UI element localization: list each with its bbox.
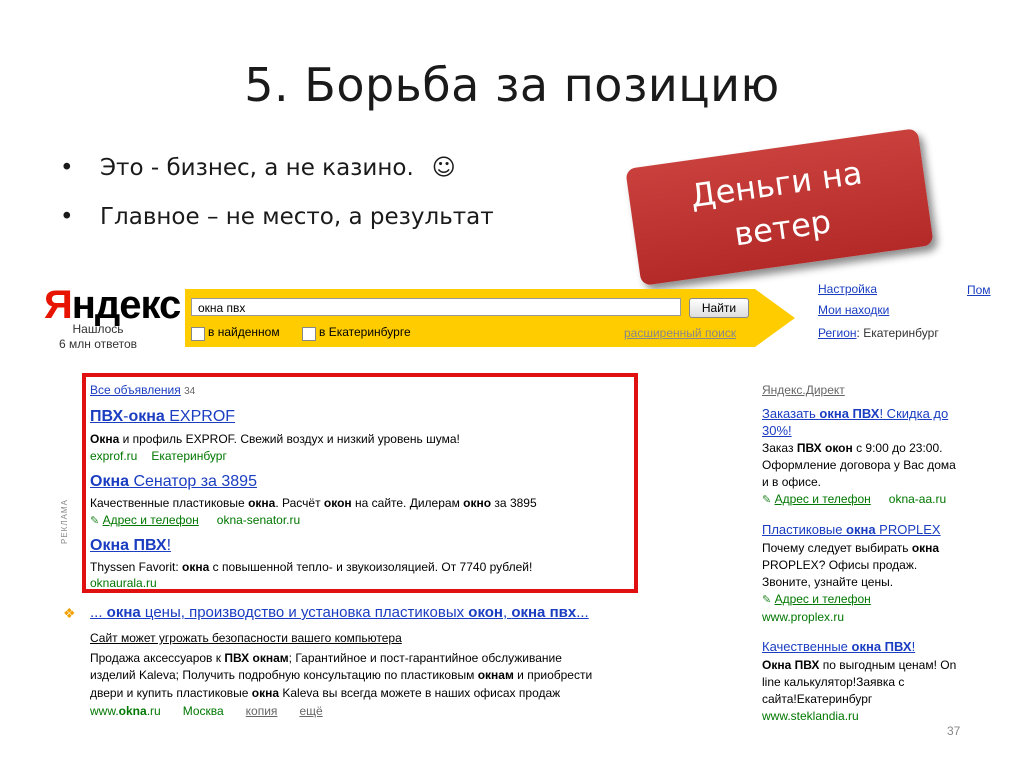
money-callout: Деньги на ветер bbox=[625, 128, 934, 286]
region-link[interactable]: Регион bbox=[818, 326, 857, 340]
direct-ad-2-desc: Почему следует выбирать окна PROPLEX? Оф… bbox=[762, 540, 1002, 626]
ad-contacts-senator: ✎ Адрес и телефон okna-senator.ru bbox=[90, 512, 300, 530]
bullet-text: Главное – не место, а результат bbox=[100, 204, 494, 230]
copy-link[interactable]: копия bbox=[246, 704, 278, 718]
bullet-text: Это - бизнес, а не казино. bbox=[100, 155, 414, 181]
pin-icon: ✎ bbox=[90, 515, 100, 527]
checkbox-in-city-label[interactable]: в Екатеринбурге bbox=[319, 325, 411, 339]
bullet-business: • Это - бизнес, а не казино. ☺ bbox=[60, 155, 456, 181]
pin-icon: ✎ bbox=[762, 494, 772, 506]
address-link[interactable]: Адрес и телефон bbox=[103, 513, 199, 527]
settings-link[interactable]: Настройка bbox=[818, 282, 877, 296]
page-number: 37 bbox=[947, 724, 961, 738]
logo-rest: ндекс bbox=[71, 283, 182, 327]
ad-desc-exprof: Окна и профиль EXPROF. Свежий воздух и н… bbox=[90, 432, 460, 446]
ad-url-exprof[interactable]: exprof.ru Екатеринбург bbox=[90, 448, 227, 465]
search-bar-arrow bbox=[755, 289, 795, 347]
direct-header[interactable]: Яндекс.Директ bbox=[762, 382, 845, 399]
results-count: Нашлось 6 млн ответов bbox=[38, 322, 158, 352]
found-count: 6 млн ответов bbox=[58, 337, 138, 351]
bullet-dot: • bbox=[60, 155, 74, 181]
direct-ad-1-url[interactable]: okna-aa.ru bbox=[889, 492, 946, 506]
direct-ad-1-title[interactable]: Заказать окна ПВХ! Скидка до 30%! bbox=[762, 405, 1002, 439]
search-button[interactable]: Найти bbox=[689, 298, 749, 318]
help-link[interactable]: Пом bbox=[967, 283, 991, 297]
fav-icon: ❖ bbox=[63, 605, 76, 621]
direct-ad-2-url[interactable]: www.proplex.ru bbox=[762, 609, 1002, 626]
ad-url-senator[interactable]: okna-senator.ru bbox=[217, 513, 300, 527]
ad-title-exprof[interactable]: ПВХ-окна EXPROF bbox=[90, 408, 235, 426]
bullet-result: • Главное – не место, а результат bbox=[60, 204, 494, 230]
organic-url[interactable]: www.okna.ru bbox=[90, 704, 161, 718]
region-row: Регион: Екатеринбург bbox=[818, 324, 939, 342]
organic-meta: www.okna.ru Москва копия ещё bbox=[90, 703, 323, 720]
ad-url-oknaurala[interactable]: oknaurala.ru bbox=[90, 575, 157, 592]
bullet-dot: • bbox=[60, 204, 74, 230]
all-ads-count: 34 bbox=[184, 386, 196, 397]
smiley-icon: ☺ bbox=[431, 155, 456, 181]
checkbox-in-found[interactable] bbox=[191, 327, 205, 341]
organic-title[interactable]: ... окна цены, производство и установка … bbox=[90, 604, 589, 621]
all-ads-link[interactable]: Все объявления bbox=[90, 383, 181, 397]
pin-icon: ✎ bbox=[762, 594, 772, 606]
more-link[interactable]: ещё bbox=[299, 704, 322, 718]
direct-ad-2-title[interactable]: Пластиковые окна PROPLEX bbox=[762, 522, 941, 537]
address-link[interactable]: Адрес и телефон bbox=[775, 592, 871, 606]
address-link[interactable]: Адрес и телефон bbox=[775, 492, 871, 506]
direct-ad-1-desc: Заказ ПВХ окон с 9:00 до 23:00. Оформлен… bbox=[762, 441, 956, 506]
ad-title-oknaurala[interactable]: Окна ПВХ! bbox=[90, 537, 171, 555]
advanced-search-link[interactable]: расширенный поиск bbox=[624, 326, 736, 340]
region-value: : Екатеринбург bbox=[856, 326, 939, 340]
direct-ad-3-title[interactable]: Качественные окна ПВХ! bbox=[762, 639, 915, 654]
organic-city: Москва bbox=[182, 704, 224, 718]
checkbox-in-found-label[interactable]: в найденном bbox=[208, 325, 280, 339]
direct-ad-3-url[interactable]: www.steklandia.ru bbox=[762, 708, 1002, 725]
found-label: Нашлось bbox=[72, 322, 124, 336]
slide-title: 5. Борьба за позицию bbox=[244, 58, 780, 112]
security-warning[interactable]: Сайт может угрожать безопасности вашего … bbox=[90, 630, 402, 647]
my-finds-link[interactable]: Мои находки bbox=[818, 303, 889, 317]
search-input[interactable]: окна пвх bbox=[191, 298, 681, 316]
logo-first-letter: Я bbox=[44, 283, 73, 327]
checkbox-in-city[interactable] bbox=[302, 327, 316, 341]
ads-label: РЕКЛАМА bbox=[60, 499, 69, 544]
all-ads-row: Все объявления 34 bbox=[90, 382, 195, 400]
ad-title-senator[interactable]: Окна Сенатор за 3895 bbox=[90, 473, 257, 491]
ad-desc-senator: Качественные пластиковые окна. Расчёт ок… bbox=[90, 496, 537, 510]
organic-snippet-line: двери и купить пластиковые окна Kaleva в… bbox=[90, 686, 561, 700]
direct-ad-3-desc: Окна ПВХ по выгодным ценам! On line каль… bbox=[762, 657, 1002, 725]
organic-snippet-line: изделий Kaleva; Получить подробную консу… bbox=[90, 668, 593, 682]
organic-snippet-line: Продажа аксессуаров к ПВХ окнам; Гаранти… bbox=[90, 651, 562, 665]
direct-ad-1[interactable]: Заказать окна ПВХ! Скидка до 30%! bbox=[762, 405, 1002, 439]
ad-desc-oknaurala: Thyssen Favorit: окна с повышенной тепло… bbox=[90, 560, 533, 574]
